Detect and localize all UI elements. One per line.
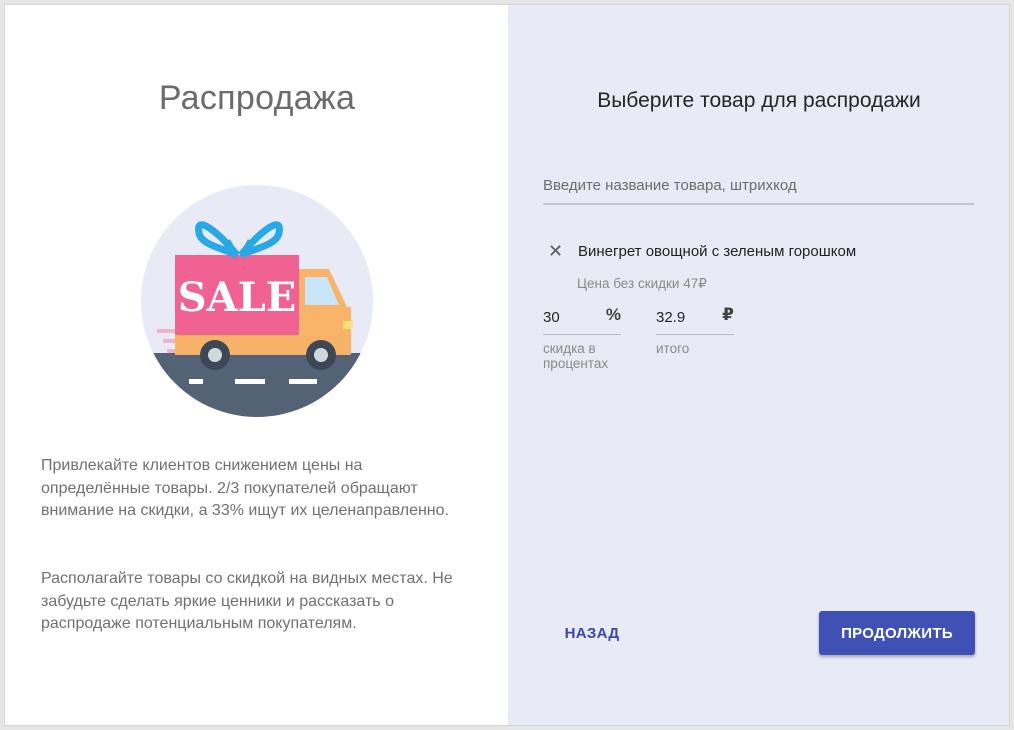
percent-icon: % <box>605 305 621 324</box>
total-price-label: итого <box>656 341 690 356</box>
sale-truck-illustration: SALE <box>141 185 373 417</box>
description-paragraph-2: Располагайте товары со скидкой на видных… <box>41 570 453 632</box>
selected-product: ✕ Винегрет овощной с зеленым горошком <box>548 241 856 261</box>
continue-button[interactable]: ПРОДОЛЖИТЬ <box>819 611 975 655</box>
total-price-field[interactable]: 32.9 ₽ <box>656 303 734 335</box>
discount-percent-field[interactable]: 30 % <box>543 303 621 335</box>
discount-percent-label: скидка в процентах <box>543 341 609 371</box>
discount-percent-value: 30 <box>543 309 560 326</box>
ruble-icon: ₽ <box>722 305 734 324</box>
form-panel: Выберите товар для распродажи ✕ Винегрет… <box>508 5 1009 725</box>
sale-dialog: Распродажа SALE Привлекайте клиентов сни… <box>4 4 1010 726</box>
back-button[interactable]: НАЗАД <box>552 611 632 655</box>
original-price-note: Цена без скидки 47₽ <box>577 276 707 291</box>
sale-badge-text: SALE <box>178 274 297 321</box>
form-title: Выберите товар для распродажи <box>597 89 921 112</box>
total-price-value: 32.9 <box>656 309 686 326</box>
description-paragraph-1: Привлекайте клиентов снижением цены на о… <box>41 457 449 519</box>
product-search-input[interactable] <box>543 171 974 205</box>
product-name: Винегрет овощной с зеленым горошком <box>578 242 857 260</box>
panel-title: Распродажа <box>158 79 356 117</box>
close-icon[interactable]: ✕ <box>548 241 568 261</box>
info-panel: Распродажа SALE Привлекайте клиентов сни… <box>5 5 508 725</box>
